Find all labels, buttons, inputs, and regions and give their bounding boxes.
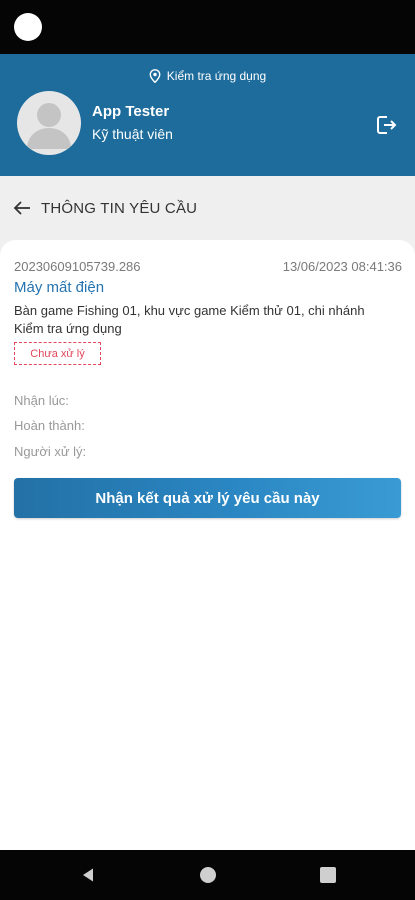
back-button[interactable]: [12, 198, 32, 218]
handler-label: Người xử lý:: [14, 444, 87, 459]
camera-cutout: [14, 13, 42, 41]
location-pin-icon: [149, 69, 161, 83]
request-title: Máy mất điện: [14, 279, 105, 296]
avatar: [17, 91, 81, 155]
completed-label: Hoàn thành:: [14, 418, 85, 433]
request-datetime: 13/06/2023 08:41:36: [282, 259, 402, 274]
user-placeholder-icon: [27, 103, 71, 149]
location-label: Kiểm tra ứng dụng: [166, 69, 267, 83]
request-id: 20230609105739.286: [14, 259, 141, 274]
request-description: Bàn game Fishing 01, khu vực game Kiểm t…: [14, 303, 365, 336]
logout-button[interactable]: [372, 111, 400, 139]
triangle-back-icon: [83, 868, 93, 882]
logout-icon: [377, 116, 397, 134]
nav-home-button[interactable]: [200, 867, 216, 883]
status-badge: Chưa xử lý: [14, 342, 101, 365]
status-bar: [0, 0, 415, 54]
page-title: THÔNG TIN YÊU CẦU: [41, 200, 198, 217]
user-name: App Tester: [92, 103, 170, 120]
app-header: Kiểm tra ứng dụng App Tester Kỹ thuật vi…: [0, 54, 415, 176]
user-role: Kỹ thuật viên: [92, 126, 173, 142]
location-row: Kiểm tra ứng dụng: [0, 69, 415, 83]
nav-back-button[interactable]: [80, 867, 96, 888]
received-at-label: Nhận lúc:: [14, 393, 69, 408]
accept-request-button[interactable]: Nhận kết quả xử lý yêu cầu này: [14, 478, 401, 518]
nav-recent-button[interactable]: [320, 867, 336, 883]
arrow-left-icon: [13, 201, 30, 215]
